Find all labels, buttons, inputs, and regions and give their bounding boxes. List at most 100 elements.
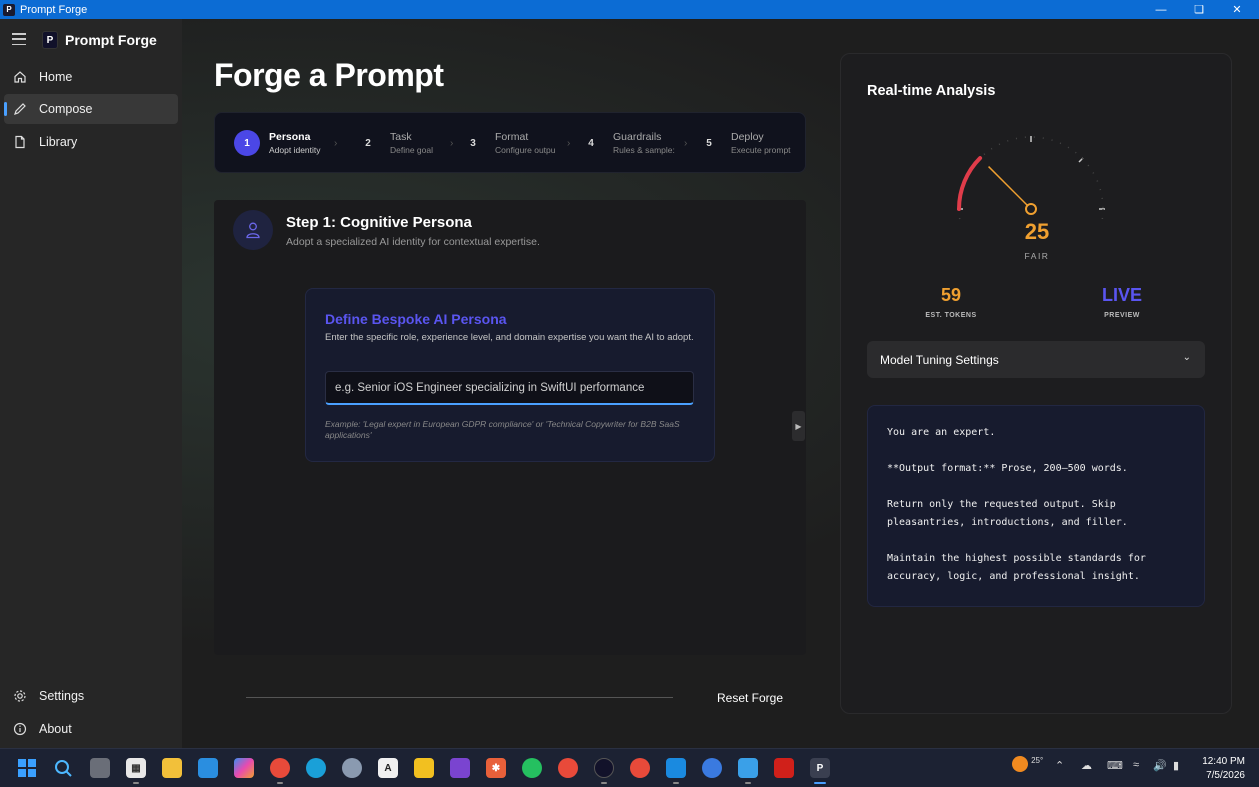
page-title: Forge a Prompt: [214, 57, 444, 93]
settings-app-icon[interactable]: [342, 758, 362, 778]
chrome-icon[interactable]: [630, 758, 650, 778]
brand-name: Prompt Forge: [65, 32, 157, 48]
running-indicator: [601, 782, 607, 784]
persona-title: Define Bespoke AI Persona: [325, 311, 507, 327]
step-title: Deploy: [731, 131, 764, 143]
step-title: Task: [390, 131, 412, 143]
sidebar-item-library[interactable]: Library: [4, 127, 178, 157]
step-number: 3: [470, 137, 476, 149]
clock-time: 12:40 PM: [1202, 756, 1245, 767]
preview-label: PREVIEW: [1104, 312, 1140, 319]
document-icon: [12, 134, 28, 150]
volume-icon[interactable]: 🔊: [1153, 759, 1167, 772]
persona-description: Enter the specific role, experience leve…: [325, 332, 694, 343]
task-view-icon[interactable]: [90, 758, 110, 778]
score-label: FAIR: [1024, 251, 1050, 261]
step-number: 5: [706, 137, 712, 149]
token-label: EST. TOKENS: [925, 312, 977, 319]
title-bar: P Prompt Forge — ❏ ✕: [0, 0, 1259, 19]
app-logo-icon: P: [3, 3, 15, 16]
expand-arrow-button[interactable]: ▶: [792, 411, 805, 441]
wifi-icon[interactable]: ≈: [1133, 759, 1139, 771]
app-icon[interactable]: [702, 758, 722, 778]
step-task[interactable]: 2 Task Define goal: [355, 130, 433, 156]
brand: P Prompt Forge: [42, 31, 157, 49]
sidebar-item-home[interactable]: Home: [4, 62, 178, 92]
chevron-down-icon: ⌄: [1182, 352, 1191, 363]
start-icon[interactable]: [17, 758, 37, 778]
vscode-icon[interactable]: [666, 758, 686, 778]
sidebar-item-label: Library: [39, 135, 78, 149]
preview-line: **Output format:** Prose, 200–500 words.: [887, 463, 1128, 474]
persona-input[interactable]: [325, 371, 694, 405]
visual-studio-icon[interactable]: [450, 758, 470, 778]
chevron-right-icon: ›: [450, 138, 454, 149]
persona-panel: Define Bespoke AI Persona Enter the spec…: [305, 288, 715, 462]
step-title: Guardrails: [613, 131, 662, 143]
model-tuning-label: Model Tuning Settings: [880, 352, 999, 367]
reset-forge-button[interactable]: Reset Forge: [717, 691, 783, 705]
step-card-title: Step 1: Cognitive Persona: [286, 214, 472, 231]
keyboard-icon[interactable]: ⌨: [1107, 759, 1123, 772]
token-count: 59: [940, 285, 962, 305]
search-icon[interactable]: [53, 758, 73, 778]
weather-widget[interactable]: 25°: [1012, 756, 1043, 772]
step-deploy[interactable]: 5 Deploy Execute prompt: [696, 130, 793, 156]
stepper: 1 Persona Adopt identity › 2 Task Define g…: [214, 112, 806, 173]
app-icon[interactable]: [198, 758, 218, 778]
score-gauge: [957, 136, 1105, 224]
battery-icon[interactable]: ▮: [1173, 759, 1179, 772]
user-icon: [233, 210, 273, 250]
app-icon[interactable]: ✱: [486, 758, 506, 778]
preview-status: LIVE: [1101, 285, 1142, 305]
chevron-right-icon: ›: [334, 138, 338, 149]
preview-line: You are an expert.: [887, 427, 996, 438]
clock[interactable]: 12:40 PM 7/5/2026: [1202, 755, 1245, 783]
gauge-arc: [957, 156, 983, 211]
app-icon[interactable]: [594, 758, 614, 778]
chevron-up-icon[interactable]: ⌃: [1055, 759, 1064, 772]
pencil-icon: [12, 101, 28, 117]
step-subtitle: Rules & sample:: [613, 145, 675, 155]
running-indicator: [133, 782, 139, 784]
store-icon[interactable]: ▦: [126, 758, 146, 778]
step-subtitle: Configure outpu: [495, 145, 556, 155]
app-icon[interactable]: A: [378, 758, 398, 778]
prompt-forge-taskbar-icon[interactable]: P: [810, 758, 830, 778]
minimize-button[interactable]: —: [1142, 0, 1180, 19]
weather-temp: 25°: [1031, 756, 1044, 765]
sidebar-item-settings[interactable]: Settings: [4, 681, 178, 711]
step-guardrails[interactable]: 4 Guardrails Rules & sample:: [578, 130, 675, 156]
notepad-icon[interactable]: [738, 758, 758, 778]
copilot-icon[interactable]: [234, 758, 254, 778]
step-number: 1: [234, 130, 260, 156]
step-card-subtitle: Adopt a specialized AI identity for cont…: [286, 236, 540, 248]
whatsapp-icon[interactable]: [522, 758, 542, 778]
model-tuning-dropdown[interactable]: Model Tuning Settings ⌄: [867, 341, 1205, 378]
file-explorer-icon[interactable]: [162, 758, 182, 778]
menu-icon[interactable]: [12, 33, 26, 45]
chrome-icon[interactable]: [558, 758, 578, 778]
chevron-right-icon: ›: [684, 138, 688, 149]
sticky-notes-icon[interactable]: [414, 758, 434, 778]
running-indicator: [277, 782, 283, 784]
sidebar: P Prompt Forge Home Compose Library Sett…: [0, 19, 182, 748]
score-value: 25: [1024, 219, 1050, 244]
cloud-icon[interactable]: ☁: [1081, 759, 1092, 772]
clock-date: 7/5/2026: [1206, 770, 1245, 781]
step-format[interactable]: 3 Format Configure outpu: [460, 130, 557, 156]
step-persona[interactable]: 1 Persona Adopt identity: [234, 130, 321, 156]
step-subtitle: Define goal: [390, 145, 434, 155]
chrome-icon[interactable]: [270, 758, 290, 778]
gauge-needle: [988, 166, 1032, 210]
weather-icon: [1012, 756, 1028, 772]
edge-icon[interactable]: [306, 758, 326, 778]
running-indicator: [673, 782, 679, 784]
sidebar-item-compose[interactable]: Compose: [4, 94, 178, 124]
preview-line: Return only the requested output. Skip p…: [887, 499, 1128, 528]
maximize-button[interactable]: ❏: [1180, 0, 1218, 19]
progress-line: [246, 697, 673, 698]
sidebar-item-about[interactable]: About: [4, 714, 178, 744]
close-button[interactable]: ✕: [1218, 0, 1256, 19]
pdf-icon[interactable]: [774, 758, 794, 778]
